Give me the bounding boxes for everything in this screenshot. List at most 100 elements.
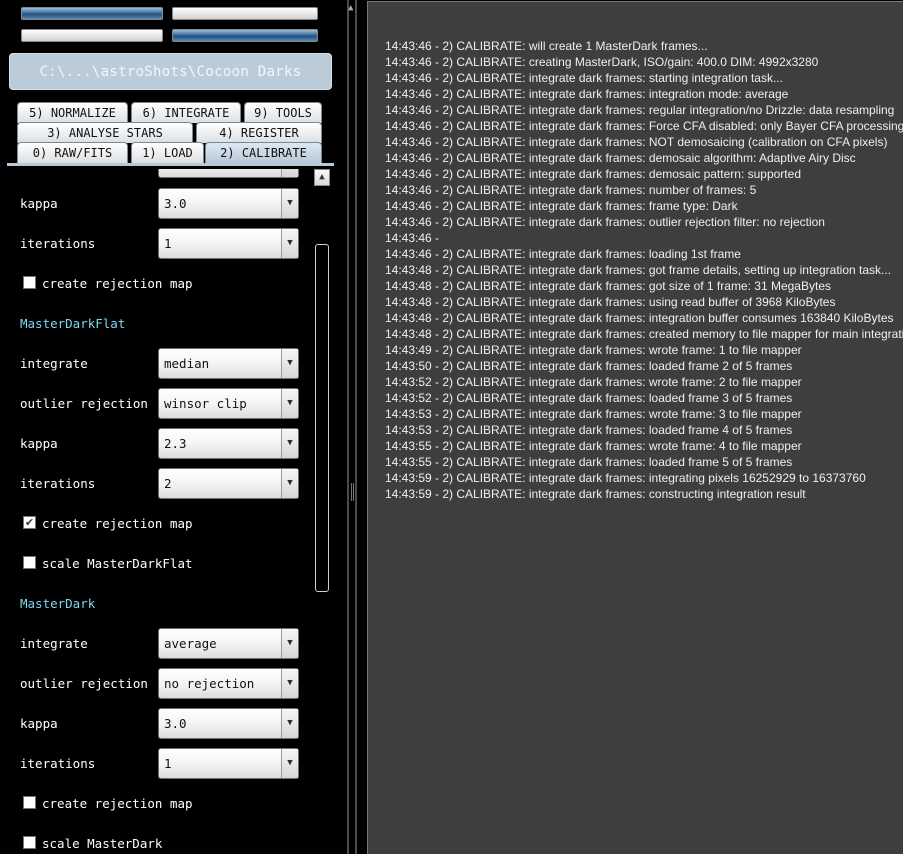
iterations-row: iterations 1 ▼ bbox=[9, 228, 309, 260]
log-line: 14:43:50 - 2) CALIBRATE: integrate dark … bbox=[385, 359, 793, 373]
tab-register[interactable]: 4) REGISTER bbox=[196, 122, 322, 143]
md-kappa-label: kappa bbox=[20, 716, 58, 731]
rejection-map-label: create rejection map bbox=[42, 276, 193, 291]
kappa-value: 3.0 bbox=[164, 196, 187, 211]
chevron-down-icon[interactable]: ▼ bbox=[281, 469, 298, 498]
section-title-masterdarkflat: MasterDarkFlat bbox=[20, 316, 126, 331]
mdf-rejection-map-row: ✔ create rejection map bbox=[9, 508, 309, 540]
mdf-rejection-map-label: create rejection map bbox=[42, 516, 193, 531]
md-integrate-combo[interactable]: average ▼ bbox=[158, 628, 299, 659]
mdf-outlier-value: winsor clip bbox=[164, 396, 247, 411]
log-line: 14:43:46 - 2) CALIBRATE: integrate dark … bbox=[385, 135, 888, 149]
mdf-integrate-row: integrate median ▼ bbox=[9, 348, 309, 380]
tab-analyse-stars[interactable]: 3) ANALYSE STARS bbox=[17, 122, 193, 143]
mdf-kappa-combo[interactable]: 2.3 ▼ bbox=[158, 428, 299, 459]
mdf-outlier-combo[interactable]: winsor clip ▼ bbox=[158, 388, 299, 419]
chevron-down-icon[interactable]: ▼ bbox=[281, 189, 298, 218]
mdf-iterations-combo[interactable]: 2 ▼ bbox=[158, 468, 299, 499]
splitter-line bbox=[347, 0, 349, 854]
settings-scrollbar[interactable]: ▲ bbox=[313, 169, 330, 854]
rejection-map-checkbox[interactable] bbox=[23, 276, 36, 289]
log-line: 14:43:46 - 2) CALIBRATE: integrate dark … bbox=[385, 71, 783, 85]
log-lines: 14:43:46 - 2) CALIBRATE: will create 1 M… bbox=[385, 38, 903, 502]
kappa-row: kappa 3.0 ▼ bbox=[9, 188, 309, 220]
md-kappa-row: kappa 3.0 ▼ bbox=[9, 708, 309, 740]
progress-bar-4 bbox=[172, 29, 318, 42]
chevron-down-icon[interactable]: ▼ bbox=[281, 669, 298, 698]
log-line: 14:43:46 - 2) CALIBRATE: integrate dark … bbox=[385, 151, 856, 165]
tab-tools[interactable]: 9) TOOLS bbox=[244, 102, 322, 123]
log-line: 14:43:48 - 2) CALIBRATE: integrate dark … bbox=[385, 279, 831, 293]
mdf-kappa-value: 2.3 bbox=[164, 436, 187, 451]
chevron-down-icon[interactable]: ▼ bbox=[281, 349, 298, 378]
left-panel: C:\...\astroShots\Cocoon Darks 5) NORMAL… bbox=[0, 0, 345, 854]
md-outlier-combo[interactable]: no rejection ▼ bbox=[158, 668, 299, 699]
tab-raw-fits[interactable]: 0) RAW/FITS bbox=[17, 142, 128, 163]
panel-splitter[interactable]: ▲ bbox=[345, 0, 367, 854]
log-line: 14:43:48 - 2) CALIBRATE: integrate dark … bbox=[385, 263, 892, 277]
tab-underline bbox=[7, 163, 334, 166]
mdf-rejection-map-checkbox[interactable]: ✔ bbox=[23, 516, 36, 529]
md-outlier-label: outlier rejection bbox=[20, 676, 148, 691]
tab-load[interactable]: 1) LOAD bbox=[131, 142, 204, 163]
md-scale-checkbox[interactable] bbox=[23, 836, 36, 849]
log-line: 14:43:48 - 2) CALIBRATE: integrate dark … bbox=[385, 295, 836, 309]
chevron-down-icon[interactable]: ▼ bbox=[281, 749, 298, 778]
log-line: 14:43:46 - 2) CALIBRATE: integrate dark … bbox=[385, 215, 825, 229]
mdf-outlier-label: outlier rejection bbox=[20, 396, 148, 411]
chevron-down-icon[interactable]: ▼ bbox=[281, 389, 298, 418]
iterations-combo[interactable]: 1 ▼ bbox=[158, 228, 299, 259]
kappa-combo[interactable]: 3.0 ▼ bbox=[158, 188, 299, 219]
tab-normalize[interactable]: 5) NORMALIZE bbox=[17, 102, 128, 123]
tab-calibrate[interactable]: 2) CALIBRATE bbox=[205, 142, 322, 163]
md-rejection-map-label: create rejection map bbox=[42, 796, 193, 811]
splitter-grip-icon[interactable] bbox=[351, 483, 354, 501]
md-outlier-row: outlier rejection no rejection ▼ bbox=[9, 668, 309, 700]
chevron-down-icon[interactable]: ▼ bbox=[281, 629, 298, 658]
log-line: 14:43:46 - 2) CALIBRATE: integrate dark … bbox=[385, 87, 789, 101]
log-line: 14:43:46 - 2) CALIBRATE: integrate dark … bbox=[385, 199, 738, 213]
collapse-arrow-icon[interactable]: ▲ bbox=[348, 3, 353, 13]
cut-off-row: ▼ bbox=[9, 169, 309, 179]
log-line: 14:43:52 - 2) CALIBRATE: integrate dark … bbox=[385, 391, 793, 405]
mdf-kappa-row: kappa 2.3 ▼ bbox=[9, 428, 309, 460]
current-directory-path[interactable]: C:\...\astroShots\Cocoon Darks bbox=[9, 53, 332, 90]
chevron-down-icon[interactable]: ▼ bbox=[281, 229, 298, 258]
scroll-up-icon[interactable]: ▲ bbox=[314, 169, 330, 186]
cut-off-combo[interactable]: ▼ bbox=[158, 169, 299, 178]
chevron-down-icon[interactable]: ▼ bbox=[281, 429, 298, 458]
md-scale-row: scale MasterDark bbox=[9, 828, 309, 854]
splitter-line bbox=[355, 0, 357, 854]
progress-bar-3 bbox=[21, 29, 163, 42]
md-scale-label: scale MasterDark bbox=[42, 836, 163, 851]
md-outlier-value: no rejection bbox=[164, 676, 255, 691]
md-integrate-value: average bbox=[164, 636, 217, 651]
log-line: 14:43:46 - 2) CALIBRATE: creating Master… bbox=[385, 55, 819, 69]
log-panel[interactable]: 14:43:46 - 2) CALIBRATE: will create 1 M… bbox=[367, 1, 903, 854]
md-kappa-value: 3.0 bbox=[164, 716, 187, 731]
progress-bar-1 bbox=[21, 7, 163, 20]
tab-integrate[interactable]: 6) INTEGRATE bbox=[131, 102, 241, 123]
mdf-integrate-label: integrate bbox=[20, 356, 88, 371]
chevron-down-icon[interactable]: ▼ bbox=[281, 169, 298, 177]
chevron-down-icon[interactable]: ▼ bbox=[281, 709, 298, 738]
rejection-map-row: create rejection map bbox=[9, 268, 309, 300]
mdf-kappa-label: kappa bbox=[20, 436, 58, 451]
md-rejection-map-checkbox[interactable] bbox=[23, 796, 36, 809]
log-line: 14:43:46 - 2) CALIBRATE: integrate dark … bbox=[385, 103, 895, 117]
log-line: 14:43:46 - 2) CALIBRATE: integrate dark … bbox=[385, 247, 741, 261]
md-iterations-label: iterations bbox=[20, 756, 96, 771]
iterations-value: 1 bbox=[164, 236, 172, 251]
log-line: 14:43:46 - bbox=[385, 231, 440, 245]
md-iterations-row: iterations 1 ▼ bbox=[9, 748, 309, 780]
log-line: 14:43:46 - 2) CALIBRATE: integrate dark … bbox=[385, 183, 757, 197]
md-integrate-label: integrate bbox=[20, 636, 88, 651]
progress-bar-2 bbox=[172, 7, 318, 20]
mdf-iterations-row: iterations 2 ▼ bbox=[9, 468, 309, 500]
md-kappa-combo[interactable]: 3.0 ▼ bbox=[158, 708, 299, 739]
mdf-scale-checkbox[interactable] bbox=[23, 556, 36, 569]
mdf-integrate-combo[interactable]: median ▼ bbox=[158, 348, 299, 379]
mdf-integrate-value: median bbox=[164, 356, 210, 371]
md-iterations-combo[interactable]: 1 ▼ bbox=[158, 748, 299, 779]
scrollbar-thumb[interactable] bbox=[315, 244, 329, 592]
